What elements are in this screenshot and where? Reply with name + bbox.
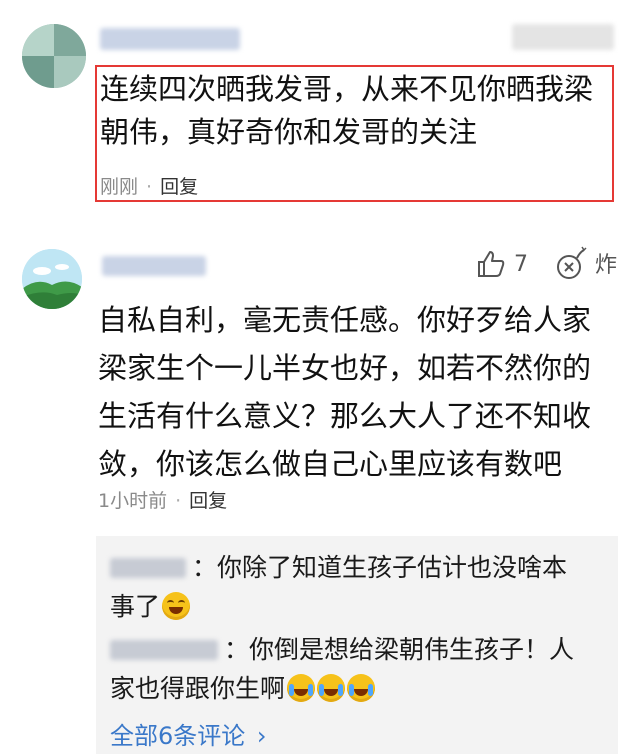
reply-username-redacted[interactable] <box>110 557 186 578</box>
comment-text-line: 连续四次晒我发哥，从来不见你晒我梁 <box>100 72 594 106</box>
timestamp: 1小时前 <box>98 490 168 512</box>
username-redacted[interactable] <box>102 256 206 276</box>
reply-text-line: 你倒是想给梁朝伟生孩子！人 <box>249 635 575 664</box>
bomb-button[interactable]: 炸 <box>555 243 617 283</box>
username-redacted[interactable] <box>100 28 240 50</box>
comment-text-line: 梁家生个一儿半女也好，如若不然你的 <box>98 351 592 385</box>
bomb-label: 炸 <box>595 253 618 278</box>
comment-text-line: 生活有什么意义？那么大人了还不知收 <box>98 399 592 433</box>
colon: ： <box>224 635 250 664</box>
reply-text-line: 家也得跟你生啊 <box>110 674 286 703</box>
like-button[interactable]: 7 <box>476 246 528 282</box>
reply-text-line: 事了 <box>110 592 161 621</box>
like-count: 7 <box>514 251 528 277</box>
crying-laughing-emoji-icon <box>317 674 346 702</box>
reply-item[interactable]: ： 你倒是想给梁朝伟生孩子！人 家也得跟你生啊 <box>110 630 610 708</box>
comment-text-line: 敛，你该怎么做自己心里应该有数吧 <box>98 447 563 481</box>
landscape-avatar-icon <box>22 249 82 309</box>
colon: ： <box>192 553 218 582</box>
separator-dot: · <box>146 176 153 198</box>
separator-dot: · <box>175 490 182 512</box>
reply-item[interactable]: ： 你除了知道生孩子估计也没啥本 事了 <box>110 548 610 626</box>
reply-text-line: 你除了知道生孩子估计也没啥本 <box>217 553 568 582</box>
top-right-redacted <box>512 24 614 50</box>
avatar[interactable] <box>22 249 82 309</box>
avatar[interactable] <box>22 24 86 88</box>
bomb-icon <box>557 246 587 279</box>
comment-meta: 刚刚 · 回复 <box>100 172 198 199</box>
view-all-replies-link[interactable]: 全部6条评论 › <box>110 716 267 751</box>
comment-text: 连续四次晒我发哥，从来不见你晒我梁 朝伟，真好奇你和发哥的关注 <box>100 68 612 154</box>
comment-text-line: 朝伟，真好奇你和发哥的关注 <box>100 115 478 149</box>
reply-button[interactable]: 回复 <box>160 176 198 198</box>
crying-laughing-emoji-icon <box>287 674 316 702</box>
timestamp: 刚刚 <box>100 176 139 198</box>
comment-meta: 1小时前 · 回复 <box>98 486 227 513</box>
comment-text-line: 自私自利，毫无责任感。你好歹给人家 <box>98 303 592 337</box>
crying-laughing-emoji-icon <box>347 674 376 702</box>
laughing-emoji-icon <box>162 592 191 620</box>
comment-text: 自私自利，毫无责任感。你好歹给人家 梁家生个一儿半女也好，如若不然你的 生活有什… <box>98 296 628 488</box>
chevron-right-icon: › <box>256 722 267 750</box>
thumbs-up-icon <box>478 251 505 277</box>
view-all-replies-label: 全部6条评论 <box>110 722 246 750</box>
reply-button[interactable]: 回复 <box>189 490 227 512</box>
reply-username-redacted[interactable] <box>110 639 218 660</box>
